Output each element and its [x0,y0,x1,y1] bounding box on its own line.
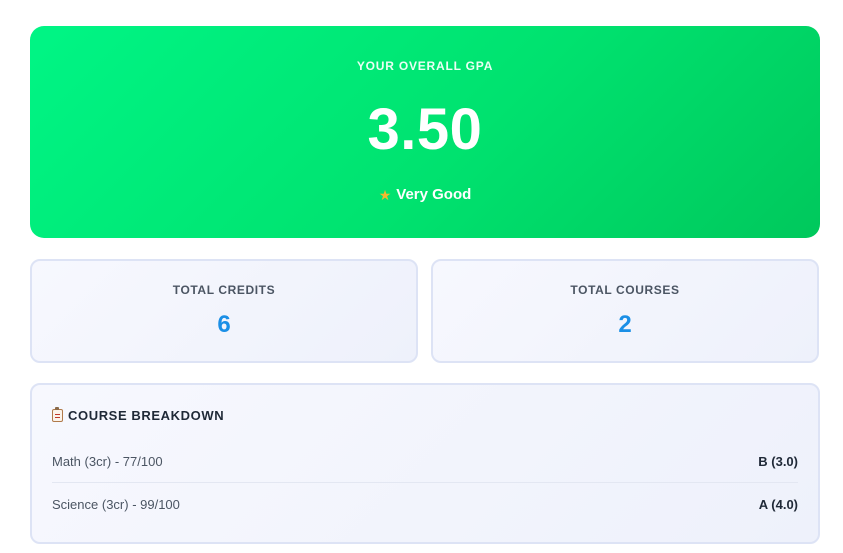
course-name: Science (3cr) - 99/100 [52,496,180,512]
total-courses-card: TOTAL COURSES 2 [431,259,819,363]
course-breakdown-title: COURSE BREAKDOWN [68,408,225,423]
gpa-results: YOUR OVERALL GPA 3.50 ★ Very Good TOTAL … [0,0,843,553]
course-row: Science (3cr) - 99/100 A (4.0) [52,483,798,525]
total-credits-label: TOTAL CREDITS [172,283,276,297]
total-credits-card: TOTAL CREDITS 6 [30,259,418,363]
gpa-value: 3.50 [367,97,483,162]
star-icon: ★ [378,186,392,203]
total-credits-value: 6 [217,311,231,338]
gpa-rating: ★ Very Good [30,186,820,203]
course-row: Math (3cr) - 77/100 B (3.0) [52,441,798,483]
total-courses-value: 2 [618,311,632,338]
course-grade: B (3.0) [758,454,798,469]
course-grade: A (4.0) [758,496,798,512]
course-breakdown-heading: COURSE BREAKDOWN [52,407,225,423]
clipboard-icon [52,407,63,422]
course-name: Math (3cr) - 77/100 [52,454,163,469]
course-breakdown-card: COURSE BREAKDOWN Math (3cr) - 77/100 B (… [30,383,820,544]
gpa-rating-text: Very Good [396,186,472,203]
total-courses-label: TOTAL COURSES [570,283,680,297]
gpa-summary-card: YOUR OVERALL GPA 3.50 ★ Very Good [30,26,820,238]
gpa-label: YOUR OVERALL GPA [356,59,494,73]
